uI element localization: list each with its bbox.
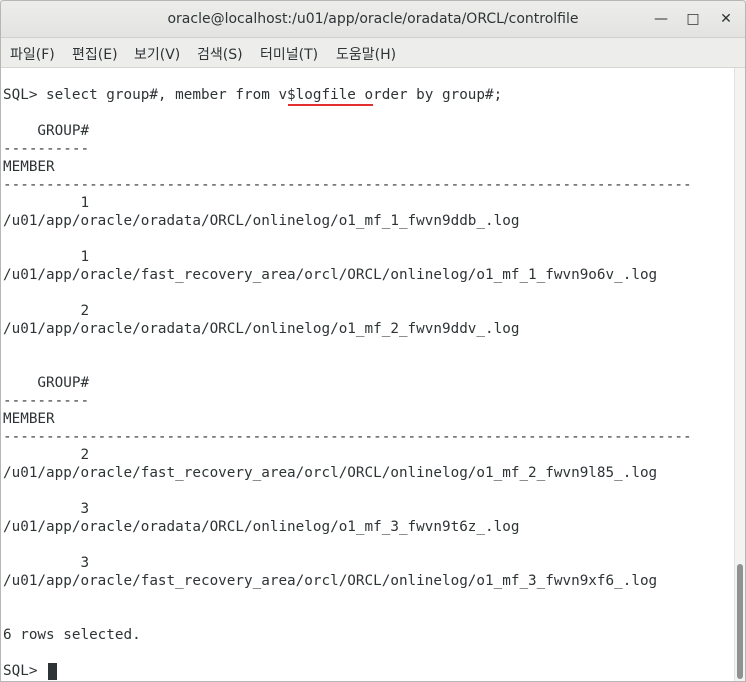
terminal-window: oracle@localhost:/u01/app/oracle/oradata… (0, 0, 746, 682)
terminal-line: 1 (3, 249, 90, 265)
terminal-line: GROUP# (3, 375, 90, 391)
terminal-line: 2 (3, 447, 90, 463)
terminal-line: ----------------------------------------… (3, 177, 692, 193)
terminal-line: ---------- (3, 141, 90, 157)
terminal-line: /u01/app/oracle/fast_recovery_area/orcl/… (3, 267, 658, 283)
text-cursor (48, 663, 57, 680)
terminal-line: SQL> (3, 663, 47, 679)
menu-file[interactable]: 파일(F) (10, 44, 55, 64)
title-bar[interactable]: oracle@localhost:/u01/app/oracle/oradata… (1, 1, 745, 38)
terminal-line: /u01/app/oracle/oradata/ORCL/onlinelog/o… (3, 321, 520, 337)
terminal-line: 2 (3, 303, 90, 319)
logfile-underline (288, 104, 373, 106)
terminal-output[interactable]: SQL> select group#, member from v$logfil… (1, 68, 734, 681)
menu-terminal[interactable]: 터미널(T) (260, 44, 318, 64)
close-icon[interactable]: ✕ (716, 9, 736, 29)
terminal-line: /u01/app/oracle/oradata/ORCL/onlinelog/o… (3, 213, 520, 229)
menu-bar: 파일(F) 편집(E) 보기(V) 검색(S) 터미널(T) 도움말(H) (1, 38, 745, 68)
terminal-line: /u01/app/oracle/fast_recovery_area/orcl/… (3, 465, 658, 481)
window-title: oracle@localhost:/u01/app/oracle/oradata… (167, 11, 579, 27)
terminal-line: /u01/app/oracle/fast_recovery_area/orcl/… (3, 573, 658, 589)
minimize-icon[interactable]: — (651, 9, 671, 29)
menu-search[interactable]: 검색(S) (197, 44, 243, 64)
terminal-line: 3 (3, 555, 90, 571)
terminal-line: 6 rows selected. (3, 627, 141, 643)
scrollbar-thumb[interactable] (737, 564, 743, 679)
terminal-line: 3 (3, 501, 90, 517)
terminal-line: MEMBER (3, 159, 55, 175)
menu-edit[interactable]: 편집(E) (72, 44, 118, 64)
terminal-line: ---------- (3, 393, 90, 409)
terminal-line: ----------------------------------------… (3, 429, 692, 445)
terminal-line: MEMBER (3, 411, 55, 427)
terminal-line: 1 (3, 195, 90, 211)
maximize-icon[interactable]: □ (683, 9, 703, 29)
terminal-line: SQL> select group#, member from v$logfil… (3, 87, 503, 103)
menu-help[interactable]: 도움말(H) (336, 44, 396, 64)
menu-view[interactable]: 보기(V) (134, 44, 180, 64)
terminal-line: GROUP# (3, 123, 90, 139)
terminal-line: /u01/app/oracle/oradata/ORCL/onlinelog/o… (3, 519, 520, 535)
